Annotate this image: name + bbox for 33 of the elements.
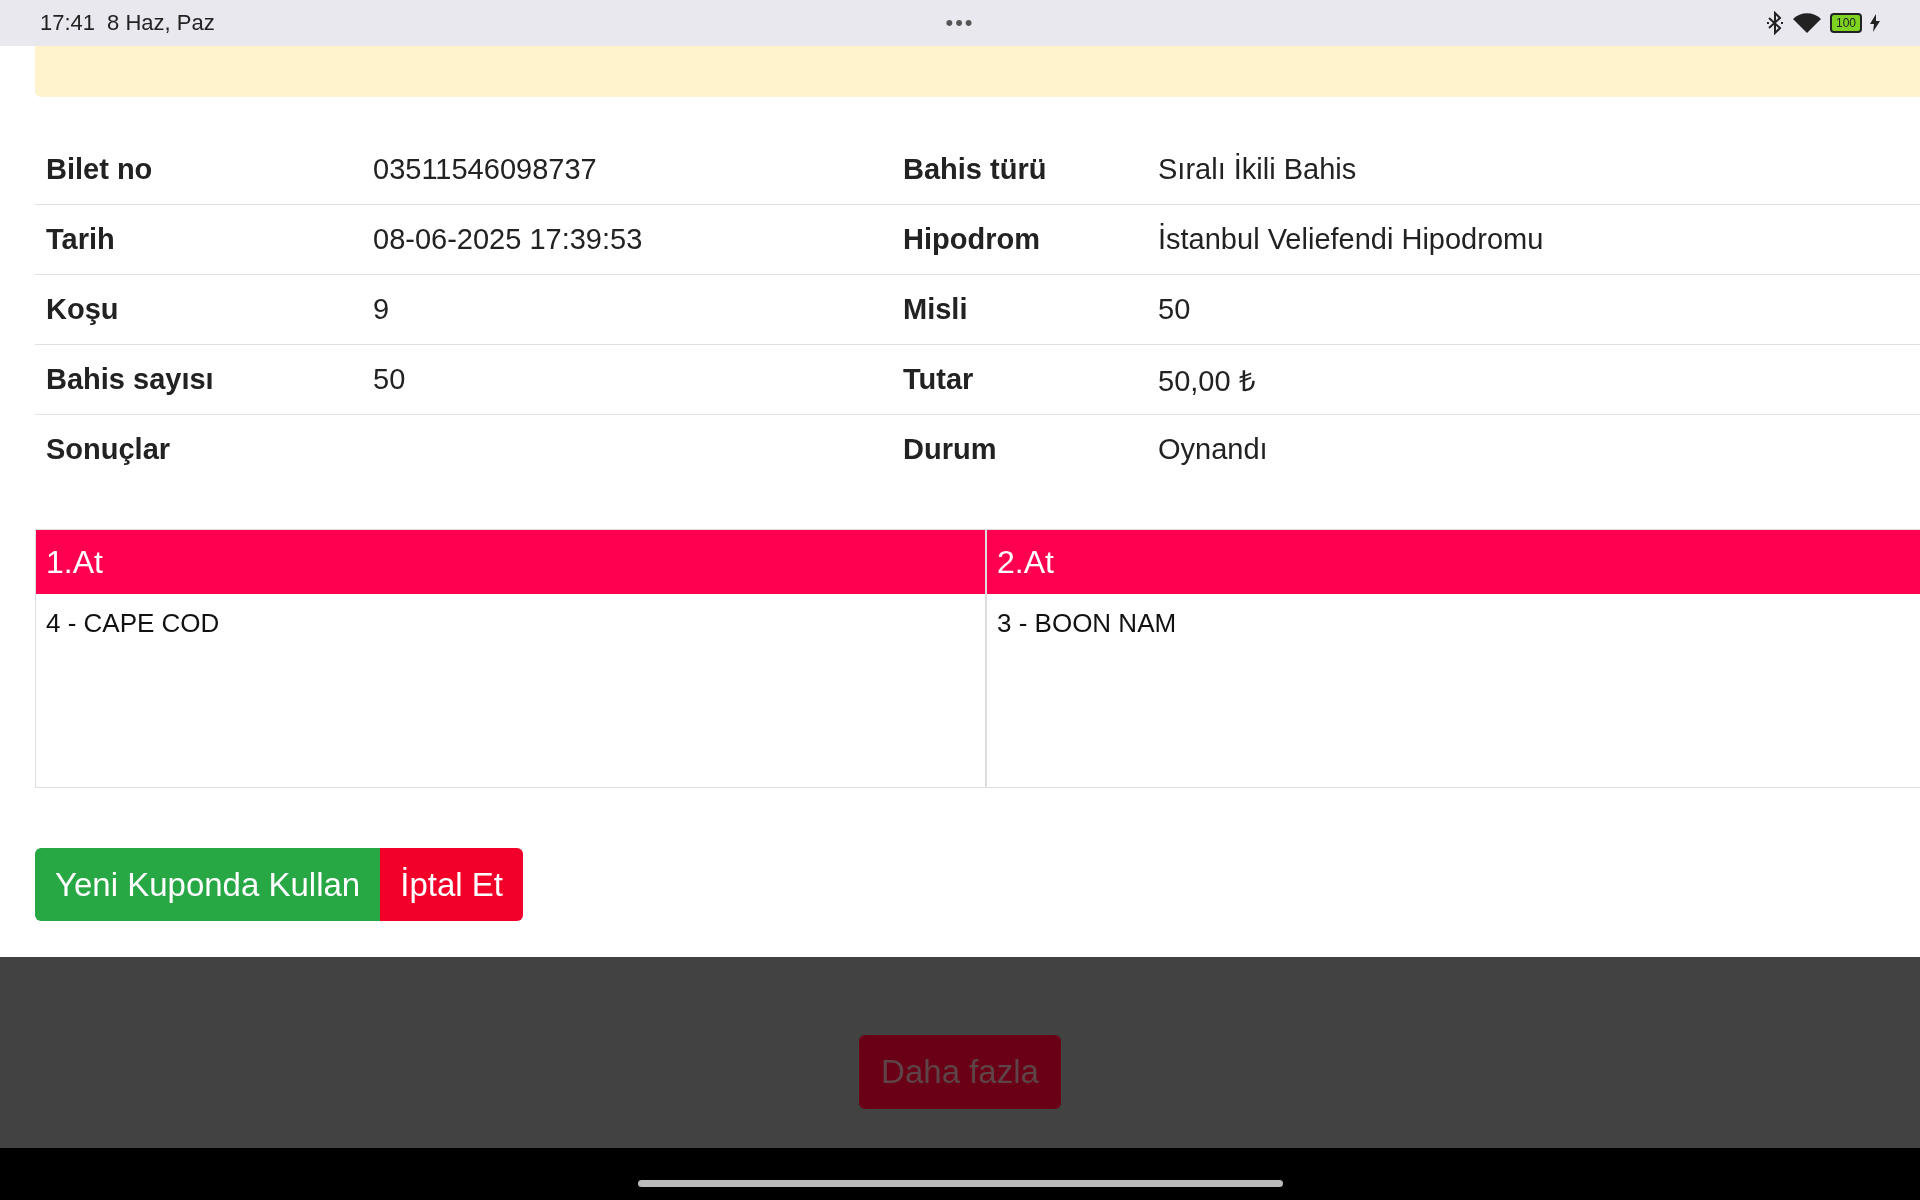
field-value: 08-06-2025 17:39:53 bbox=[362, 204, 892, 275]
more-dots[interactable]: ••• bbox=[945, 10, 975, 36]
field-label: Hipodrom bbox=[892, 204, 1147, 275]
field-value: Sıralı İkili Bahis bbox=[1147, 135, 1920, 205]
table-cell-text: 4 - CAPE COD bbox=[45, 607, 221, 640]
field-label: Bahis türü bbox=[892, 135, 1147, 205]
bluetooth-icon bbox=[1765, 11, 1784, 35]
date-text: 8 Haz, Paz bbox=[107, 10, 215, 36]
field-value: 9 bbox=[362, 274, 892, 345]
field-label: Tutar bbox=[892, 344, 1147, 415]
field-label: Bilet no bbox=[35, 135, 362, 205]
action-button[interactable]: Yeni Kuponda Kullan bbox=[35, 848, 381, 921]
home-indicator[interactable] bbox=[637, 1179, 1283, 1187]
field-label: Durum bbox=[892, 414, 1147, 484]
column-header: 1.At bbox=[36, 530, 985, 594]
battery-icon: 100 bbox=[1829, 13, 1862, 33]
field-value: 50,00 ₺ bbox=[1147, 344, 1920, 415]
field-label: Tarih bbox=[35, 204, 362, 275]
column-header: 2.At bbox=[987, 530, 1920, 594]
field-label: Koşu bbox=[35, 274, 362, 345]
field-label: Misli bbox=[892, 274, 1147, 345]
field-value: Oynandı bbox=[1147, 414, 1920, 484]
field-value: 03511546098737 bbox=[362, 135, 892, 205]
wifi-icon bbox=[1791, 12, 1822, 34]
field-label: Bahis sayısı bbox=[35, 344, 362, 415]
field-value: 50 bbox=[1147, 274, 1920, 345]
clock-time: 17:41 bbox=[40, 10, 96, 36]
table-cell-text: 3 - BOON NAM bbox=[996, 607, 1178, 640]
field-value: 50 bbox=[362, 344, 892, 415]
charging-icon bbox=[1870, 14, 1880, 32]
field-value: İstanbul Veliefendi Hipodromu bbox=[1147, 204, 1920, 275]
action-button[interactable]: İptal Et bbox=[380, 848, 523, 921]
field-label: Sonuçlar bbox=[35, 414, 362, 484]
